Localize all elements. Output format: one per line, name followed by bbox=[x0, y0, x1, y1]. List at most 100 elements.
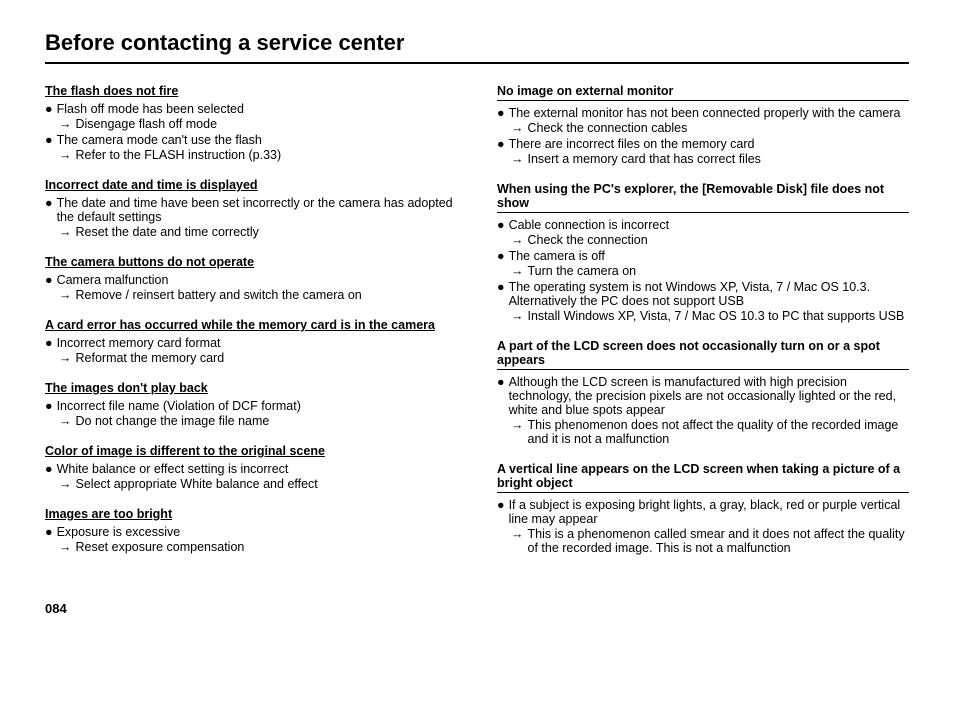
bullet-icon: ● bbox=[45, 462, 53, 476]
arrow-icon: → bbox=[511, 527, 524, 541]
arrow-text: Check the connection cables bbox=[528, 121, 688, 135]
bullet-text: There are incorrect files on the memory … bbox=[509, 137, 755, 151]
section-item: ● The camera is off bbox=[497, 249, 909, 263]
section-item: ●Flash off mode has been selected bbox=[45, 102, 457, 116]
bullet-icon: ● bbox=[45, 525, 53, 539]
section-playback: The images don't play back ●Incorrect fil… bbox=[45, 381, 457, 428]
section-title-card_error: A card error has occurred while the memo… bbox=[45, 318, 457, 332]
arrow-text: Install Windows XP, Vista, 7 / Mac OS 10… bbox=[528, 309, 905, 323]
section-item: ●Incorrect memory card format bbox=[45, 336, 457, 350]
bullet-icon: ● bbox=[45, 196, 53, 210]
arrow-icon: → bbox=[59, 148, 72, 162]
arrow-text: Turn the camera on bbox=[528, 264, 637, 278]
page-title: Before contacting a service center bbox=[45, 30, 909, 64]
bullet-icon: ● bbox=[497, 106, 505, 120]
section-title-no_image: No image on external monitor bbox=[497, 84, 909, 101]
section-title-lcd_spot: A part of the LCD screen does not occasi… bbox=[497, 339, 909, 370]
section-item: → Install Windows XP, Vista, 7 / Mac OS 1… bbox=[497, 309, 909, 323]
bullet-text: If a subject is exposing bright lights, … bbox=[509, 498, 909, 526]
bullet-text: The camera is off bbox=[509, 249, 605, 263]
section-item: → Do not change the image file name bbox=[45, 414, 457, 428]
arrow-icon: → bbox=[511, 264, 524, 278]
arrow-icon: → bbox=[511, 121, 524, 135]
section-item: ● The date and time have been set incorre… bbox=[45, 196, 457, 224]
section-buttons: The camera buttons do not operate●Camera… bbox=[45, 255, 457, 302]
arrow-text: Select appropriate White balance and eff… bbox=[76, 477, 318, 491]
bullet-icon: ● bbox=[497, 280, 505, 294]
bullet-text: The operating system is not Windows XP, … bbox=[509, 280, 909, 308]
section-lcd_spot: A part of the LCD screen does not occasi… bbox=[497, 339, 909, 446]
bullet-icon: ● bbox=[497, 249, 505, 263]
section-title-flash: The flash does not fire bbox=[45, 84, 457, 98]
section-item: → This is a phenomenon called smear and i… bbox=[497, 527, 909, 555]
section-item: → Refer to the FLASH instruction (p.33) bbox=[45, 148, 457, 162]
section-title-removable_disk: When using the PC's explorer, the [Remov… bbox=[497, 182, 909, 213]
page-number: 084 bbox=[45, 601, 909, 616]
section-item: →Reformat the memory card bbox=[45, 351, 457, 365]
section-item: ● White balance or effect setting is inco… bbox=[45, 462, 457, 476]
section-color: Color of image is different to the origi… bbox=[45, 444, 457, 491]
bullet-icon: ● bbox=[45, 133, 53, 147]
section-item: ● The camera mode can't use the flash bbox=[45, 133, 457, 147]
section-no_image: No image on external monitor ●The externa… bbox=[497, 84, 909, 166]
section-card_error: A card error has occurred while the memo… bbox=[45, 318, 457, 365]
section-title-color: Color of image is different to the origi… bbox=[45, 444, 457, 458]
section-item: ● Exposure is excessive bbox=[45, 525, 457, 539]
section-item: → Turn the camera on bbox=[497, 264, 909, 278]
arrow-icon: → bbox=[59, 477, 72, 491]
bullet-text: The camera mode can't use the flash bbox=[57, 133, 262, 147]
arrow-text: Reset the date and time correctly bbox=[76, 225, 259, 239]
section-item: ●There are incorrect files on the memory… bbox=[497, 137, 909, 151]
arrow-text: This is a phenomenon called smear and it… bbox=[528, 527, 910, 555]
arrow-icon: → bbox=[59, 414, 72, 428]
section-flash: The flash does not fire ●Flash off mode h… bbox=[45, 84, 457, 162]
bullet-text: Camera malfunction bbox=[57, 273, 169, 287]
arrow-icon: → bbox=[59, 540, 72, 554]
bullet-icon: ● bbox=[497, 498, 505, 512]
arrow-icon: → bbox=[511, 309, 524, 323]
section-item: ● Cable connection is incorrect bbox=[497, 218, 909, 232]
arrow-icon: → bbox=[511, 152, 524, 166]
section-item: → Insert a memory card that has correct f… bbox=[497, 152, 909, 166]
section-item: → Remove / reinsert battery and switch th… bbox=[45, 288, 457, 302]
section-title-date_time: Incorrect date and time is displayed bbox=[45, 178, 457, 192]
bullet-text: Incorrect memory card format bbox=[57, 336, 221, 350]
section-item: ●Incorrect file name (Violation of DCF f… bbox=[45, 399, 457, 413]
section-title-buttons: The camera buttons do not operate bbox=[45, 255, 457, 269]
section-date_time: Incorrect date and time is displayed ● The… bbox=[45, 178, 457, 239]
arrow-icon: → bbox=[511, 233, 524, 247]
arrow-icon: → bbox=[59, 225, 72, 239]
bullet-text: Exposure is excessive bbox=[57, 525, 181, 539]
arrow-text: Do not change the image file name bbox=[76, 414, 270, 428]
section-item: ● The operating system is not Windows XP,… bbox=[497, 280, 909, 308]
section-item: → Reset exposure compensation bbox=[45, 540, 457, 554]
arrow-icon: → bbox=[59, 117, 72, 131]
section-bright: Images are too bright ● Exposure is excess… bbox=[45, 507, 457, 554]
content-columns: The flash does not fire ●Flash off mode h… bbox=[45, 84, 909, 571]
arrow-text: Refer to the FLASH instruction (p.33) bbox=[76, 148, 282, 162]
arrow-icon: → bbox=[59, 351, 72, 365]
section-item: ● If a subject is exposing bright lights,… bbox=[497, 498, 909, 526]
section-item: ●The external monitor has not been conne… bbox=[497, 106, 909, 120]
bullet-icon: ● bbox=[45, 102, 53, 116]
arrow-text: Insert a memory card that has correct fi… bbox=[528, 152, 761, 166]
bullet-icon: ● bbox=[497, 218, 505, 232]
section-item: →This phenomenon does not affect the qua… bbox=[497, 418, 909, 446]
arrow-icon: → bbox=[511, 418, 524, 432]
arrow-text: Check the connection bbox=[528, 233, 648, 247]
bullet-icon: ● bbox=[497, 375, 505, 389]
bullet-text: Although the LCD screen is manufactured … bbox=[509, 375, 909, 417]
section-title-bright: Images are too bright bbox=[45, 507, 457, 521]
section-title-playback: The images don't play back bbox=[45, 381, 457, 395]
bullet-text: White balance or effect setting is incor… bbox=[57, 462, 289, 476]
arrow-text: Reset exposure compensation bbox=[76, 540, 245, 554]
section-item: → Reset the date and time correctly bbox=[45, 225, 457, 239]
section-item: ● Although the LCD screen is manufactured… bbox=[497, 375, 909, 417]
section-removable_disk: When using the PC's explorer, the [Remov… bbox=[497, 182, 909, 323]
bullet-text: The date and time have been set incorrec… bbox=[57, 196, 457, 224]
section-vertical_line: A vertical line appears on the LCD scree… bbox=[497, 462, 909, 555]
bullet-text: Cable connection is incorrect bbox=[509, 218, 670, 232]
section-item: → Select appropriate White balance and ef… bbox=[45, 477, 457, 491]
arrow-text: Remove / reinsert battery and switch the… bbox=[76, 288, 362, 302]
arrow-icon: → bbox=[59, 288, 72, 302]
